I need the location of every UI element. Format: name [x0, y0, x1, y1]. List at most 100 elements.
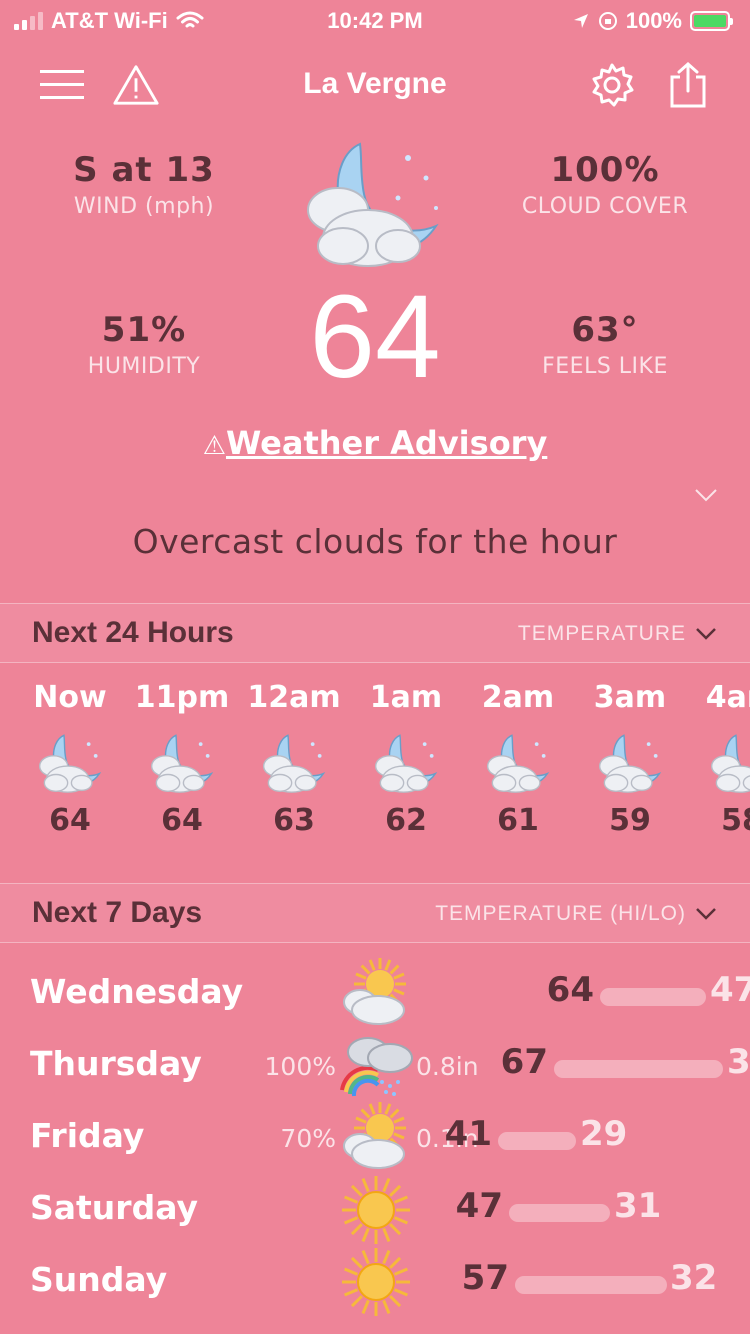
daily-low: 47 — [710, 970, 750, 1010]
humidity-stat: 51% HUMIDITY — [44, 310, 244, 379]
temp-range-bar — [498, 1132, 576, 1150]
hourly-item: 4am 58 — [686, 662, 750, 838]
moon-cloud-icon — [371, 729, 441, 799]
feels-like-label: FEELS LIKE — [542, 354, 668, 379]
daily-day-name: Thursday — [30, 1044, 202, 1083]
hourly-section-title: Next 24 Hours — [32, 616, 234, 649]
weather-advisory-link[interactable]: ⚠Weather Advisory — [0, 424, 750, 462]
hourly-metric-label: TEMPERATURE — [517, 622, 686, 645]
daily-day-name: Wednesday — [30, 972, 244, 1011]
current-temperature: 64 — [309, 271, 441, 403]
hourly-forecast-strip[interactable]: Now 64 11pm 64 12am 63 1am 62 2am 61 3am 59 4am 58 — [0, 662, 750, 882]
daily-precip-chance: 70% — [280, 1124, 336, 1153]
daily-row[interactable]: Sunday 57 32 — [0, 1246, 750, 1318]
hourly-item: 3am 59 — [574, 662, 686, 838]
humidity-value: 51% — [101, 310, 187, 350]
rain-cloud-rainbow-icon — [338, 1030, 414, 1102]
daily-row[interactable]: Friday 70% 0.1in 41 29 — [0, 1102, 750, 1174]
hourly-temp: 61 — [497, 803, 539, 838]
moon-cloud-icon — [307, 142, 439, 267]
nav-bar: La Vergne — [0, 55, 750, 115]
cloud-cover-stat: 100% CLOUD COVER — [505, 150, 705, 219]
hourly-temp: 62 — [385, 803, 427, 838]
hourly-time: 2am — [481, 680, 555, 715]
temp-range-bar — [600, 988, 706, 1006]
feels-like-value: 63° — [571, 310, 639, 350]
daily-precip-amount: 0.8in — [416, 1052, 479, 1081]
daily-high: 64 — [546, 970, 594, 1010]
daily-metric-selector[interactable]: TEMPERATURE (HI/LO) — [435, 902, 716, 926]
daily-low: 39 — [727, 1042, 750, 1082]
hourly-metric-selector[interactable]: TEMPERATURE — [518, 622, 716, 646]
chevron-down-icon — [696, 908, 716, 920]
cloud-cover-value: 100% — [550, 150, 660, 190]
hourly-section-header: Next 24 Hours TEMPERATURE — [0, 603, 750, 663]
battery-icon — [690, 11, 733, 31]
orientation-lock-icon — [598, 12, 617, 30]
daily-low: 29 — [580, 1114, 628, 1154]
hourly-time: 1am — [369, 680, 443, 715]
moon-cloud-icon — [483, 729, 553, 799]
wind-label: WIND (mph) — [73, 194, 215, 219]
moon-cloud-icon — [35, 729, 105, 799]
daily-high: 67 — [500, 1042, 548, 1082]
conditions-summary: Overcast clouds for the hour — [132, 522, 618, 561]
share-button[interactable] — [664, 61, 712, 109]
daily-precip-chance: 100% — [264, 1052, 336, 1081]
daily-day-name: Sunday — [30, 1260, 168, 1299]
sun-icon — [338, 1174, 414, 1246]
wind-stat: S at 13 WIND (mph) — [44, 150, 244, 219]
temp-range-bar — [515, 1276, 667, 1294]
hourly-time: 12am — [247, 680, 341, 715]
wind-value: S at 13 — [73, 150, 215, 190]
daily-metric-label: TEMPERATURE (HI/LO) — [435, 902, 686, 925]
daily-section-header: Next 7 Days TEMPERATURE (HI/LO) — [0, 883, 750, 943]
daily-row[interactable]: Wednesday 64 47 — [0, 958, 750, 1030]
hourly-item: 2am 61 — [462, 662, 574, 838]
hourly-item: 11pm 64 — [126, 662, 238, 838]
hourly-time: 4am — [705, 680, 750, 715]
hourly-temp: 63 — [273, 803, 315, 838]
daily-day-name: Saturday — [30, 1188, 198, 1227]
moon-cloud-icon — [595, 729, 665, 799]
hourly-item: 12am 63 — [238, 662, 350, 838]
hourly-time: 11pm — [134, 680, 230, 715]
daily-low: 31 — [614, 1186, 662, 1226]
hourly-temp: 64 — [161, 803, 203, 838]
status-bar: AT&T Wi-Fi 10:42 PM 100% — [0, 0, 750, 40]
gear-icon — [592, 63, 634, 107]
hourly-time: 3am — [593, 680, 667, 715]
advisory-warning-icon: ⚠ — [202, 431, 226, 461]
advisory-label: Weather Advisory — [225, 424, 548, 462]
sun-icon — [338, 1246, 414, 1318]
chevron-down-icon — [696, 628, 716, 640]
daily-high: 47 — [455, 1186, 503, 1226]
sun-cloud-icon — [338, 958, 414, 1030]
hourly-item: 1am 62 — [350, 662, 462, 838]
daily-row[interactable]: Thursday 100% 0.8in 67 39 — [0, 1030, 750, 1102]
temp-range-bar — [554, 1060, 723, 1078]
daily-day-name: Friday — [30, 1116, 145, 1155]
moon-cloud-icon — [259, 729, 329, 799]
daily-high: 57 — [461, 1258, 509, 1298]
sun-cloud-icon — [338, 1102, 414, 1174]
daily-high: 41 — [444, 1114, 492, 1154]
hourly-temp: 59 — [609, 803, 651, 838]
moon-cloud-icon — [147, 729, 217, 799]
hourly-temp: 64 — [49, 803, 91, 838]
temp-range-bar — [509, 1204, 610, 1222]
location-arrow-icon — [573, 14, 588, 28]
daily-section-title: Next 7 Days — [32, 896, 203, 929]
daily-low: 32 — [670, 1258, 718, 1298]
moon-cloud-icon — [707, 729, 750, 799]
settings-button[interactable] — [588, 61, 636, 109]
hourly-time: Now — [33, 680, 107, 715]
city-title[interactable]: La Vergne — [0, 67, 750, 101]
share-icon — [670, 61, 706, 108]
daily-row[interactable]: Saturday 47 31 — [0, 1174, 750, 1246]
hourly-temp: 58 — [721, 803, 750, 838]
expand-chevron-icon[interactable] — [694, 488, 718, 502]
hourly-item: Now 64 — [14, 662, 126, 838]
humidity-label: HUMIDITY — [87, 354, 201, 379]
feels-like-stat: 63° FEELS LIKE — [505, 310, 705, 379]
